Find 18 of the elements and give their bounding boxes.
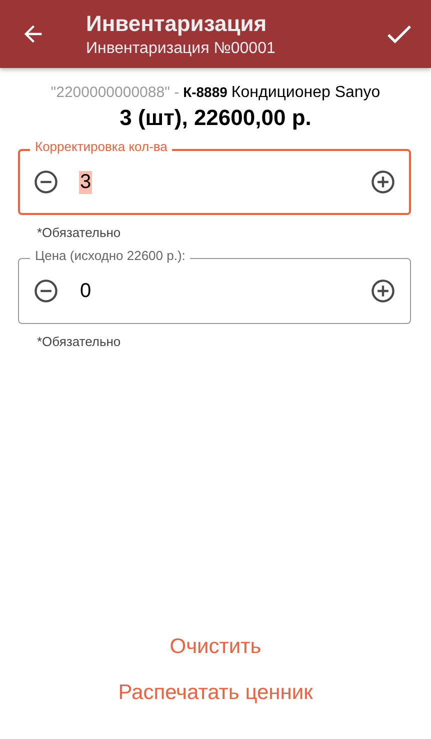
stepper-field[interactable]: Цена (исходно 22600 р.): 0 — [18, 248, 411, 324]
product-name: Кондиционер Sanyo — [231, 84, 380, 101]
field-value: 0 — [79, 280, 92, 302]
plus-circle-icon[interactable] — [370, 169, 396, 195]
app-subtitle: Инвентаризация №00001 — [86, 40, 276, 58]
barcode-text: "2200000000088" - — [50, 84, 180, 101]
helper-text: *Обязательно — [37, 334, 122, 349]
minus-circle-icon[interactable] — [33, 278, 59, 304]
field-label: Корректировка кол-ва — [30, 139, 172, 155]
plus-circle-icon[interactable] — [370, 278, 396, 304]
helper-text: *Обязательно — [37, 225, 122, 240]
app-title: Инвентаризация — [86, 10, 268, 36]
article-code: К-8889 — [183, 84, 228, 100]
stepper-field[interactable]: Корректировка кол-ва 3 — [18, 139, 411, 215]
quantity-price-summary: 3 (шт), 22600,00 р. — [118, 105, 312, 131]
minus-circle-icon[interactable] — [33, 169, 59, 195]
field-value: 3 — [79, 170, 92, 194]
field-label: Цена (исходно 22600 р.): — [30, 248, 190, 264]
